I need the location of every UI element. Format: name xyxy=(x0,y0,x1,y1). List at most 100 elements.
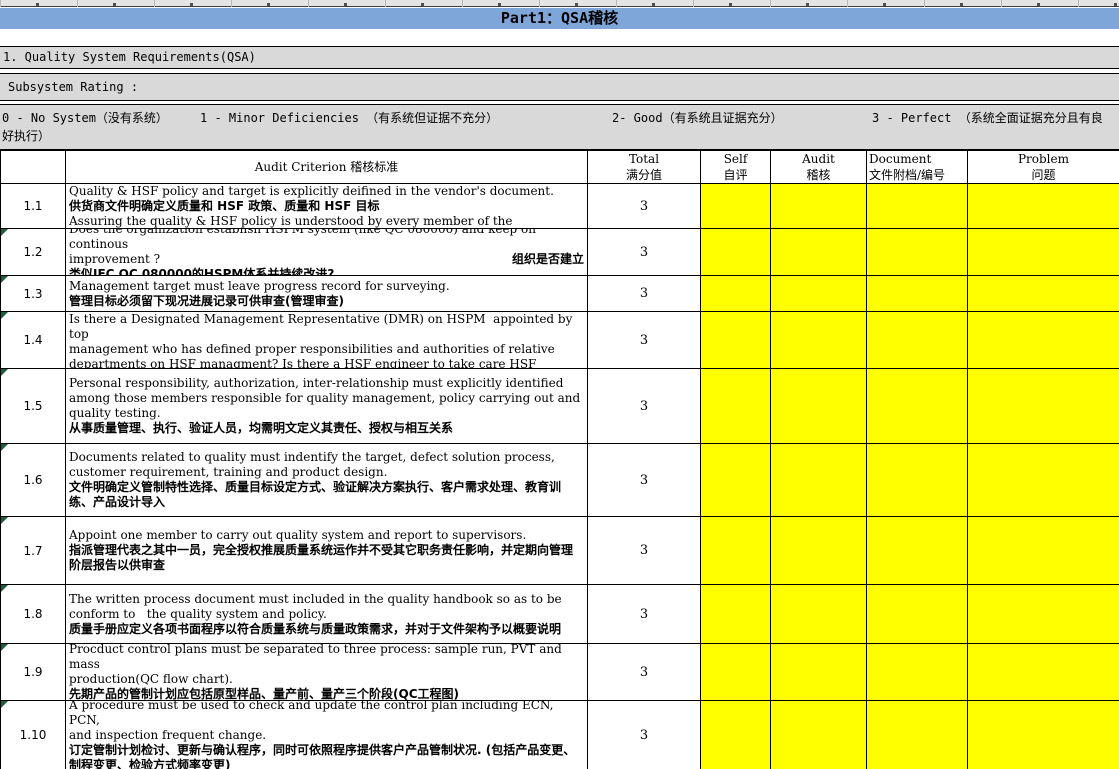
criterion-cell[interactable]: Procduct control plans must be separated… xyxy=(66,644,588,701)
document-ref-cell[interactable] xyxy=(867,644,968,701)
audit-score-cell[interactable] xyxy=(771,444,867,517)
row-number-cell[interactable]: 1.5 xyxy=(1,369,66,444)
problem-cell[interactable] xyxy=(968,644,1119,701)
total-score: 3 xyxy=(640,473,648,488)
row-number-cell[interactable]: 1.7 xyxy=(1,517,66,585)
problem-cell[interactable] xyxy=(968,369,1119,444)
criterion-line: conform to the quality system and policy… xyxy=(69,607,584,622)
row-number-cell[interactable]: 1.1 xyxy=(1,184,66,229)
total-score: 3 xyxy=(640,199,648,214)
self-score-cell[interactable] xyxy=(701,585,771,644)
total-score: 3 xyxy=(640,399,648,414)
self-score-cell[interactable] xyxy=(701,229,771,276)
document-ref-cell[interactable] xyxy=(867,312,968,369)
total-score-cell[interactable]: 3 xyxy=(588,585,701,644)
problem-cell[interactable] xyxy=(968,229,1119,276)
criterion-line: management who has defined proper respon… xyxy=(69,342,584,357)
criterion-cell[interactable]: Quality & HSF policy and target is expli… xyxy=(66,184,588,229)
document-ref-cell[interactable] xyxy=(867,184,968,229)
audit-score-cell[interactable] xyxy=(771,701,867,769)
audit-score-cell[interactable] xyxy=(771,585,867,644)
document-ref-cell[interactable] xyxy=(867,444,968,517)
audit-score-cell[interactable] xyxy=(771,312,867,369)
criterion-cell[interactable]: Does the organization establish HSPM sys… xyxy=(66,229,588,276)
row-number-cell[interactable]: 1.9 xyxy=(1,644,66,701)
row-number-cell[interactable]: 1.3 xyxy=(1,276,66,312)
self-score-cell[interactable] xyxy=(701,184,771,229)
row-number-cell[interactable]: 1.8 xyxy=(1,585,66,644)
problem-cell[interactable] xyxy=(968,276,1119,312)
audit-score-cell[interactable] xyxy=(771,644,867,701)
criterion-cell[interactable]: Personal responsibility, authorization, … xyxy=(66,369,588,444)
self-score-cell[interactable] xyxy=(701,644,771,701)
total-score-cell[interactable]: 3 xyxy=(588,369,701,444)
header-self-zh: 自评 xyxy=(701,167,770,183)
criterion-cell[interactable]: Management target must leave progress re… xyxy=(66,276,588,312)
criterion-line: Documents related to quality must indent… xyxy=(69,450,584,465)
row-number-cell[interactable]: 1.6 xyxy=(1,444,66,517)
total-score-cell[interactable]: 3 xyxy=(588,444,701,517)
document-ref-cell[interactable] xyxy=(867,369,968,444)
criterion-cell[interactable]: Appoint one member to carry out quality … xyxy=(66,517,588,585)
error-indicator-triangle xyxy=(1,444,8,451)
document-ref-cell[interactable] xyxy=(867,585,968,644)
self-score-cell[interactable] xyxy=(701,517,771,585)
audit-score-cell[interactable] xyxy=(771,184,867,229)
header-audit[interactable]: Audit 稽核 xyxy=(771,151,867,184)
error-indicator-triangle xyxy=(1,701,8,708)
row-number: 1.10 xyxy=(20,728,47,742)
self-score-cell[interactable] xyxy=(701,701,771,769)
total-score-cell[interactable]: 3 xyxy=(588,276,701,312)
criterion-line: and inspection frequent change. xyxy=(69,728,584,743)
audit-score-cell[interactable] xyxy=(771,517,867,585)
self-score-cell[interactable] xyxy=(701,276,771,312)
self-score-cell[interactable] xyxy=(701,312,771,369)
header-corner-cell[interactable] xyxy=(1,151,66,184)
header-problem-en: Problem xyxy=(968,151,1119,167)
criterion-line: Quality & HSF policy and target is expli… xyxy=(69,184,584,199)
header-criterion-label: Audit Criterion 稽核标准 xyxy=(66,151,587,183)
document-ref-cell[interactable] xyxy=(867,276,968,312)
row-number-cell[interactable]: 1.2 xyxy=(1,229,66,276)
audit-score-cell[interactable] xyxy=(771,276,867,312)
error-indicator-triangle xyxy=(1,517,8,524)
header-total[interactable]: Total 满分值 xyxy=(588,151,701,184)
problem-cell[interactable] xyxy=(968,585,1119,644)
rating-0: 0 - No System（没有系统） xyxy=(2,111,168,126)
total-score-cell[interactable]: 3 xyxy=(588,517,701,585)
problem-cell[interactable] xyxy=(968,444,1119,517)
criterion-cell[interactable]: Is there a Designated Management Represe… xyxy=(66,312,588,369)
self-score-cell[interactable] xyxy=(701,444,771,517)
row-number-cell[interactable]: 1.10 xyxy=(1,701,66,769)
table-row: 1.2Does the organization establish HSPM … xyxy=(1,229,1119,276)
rating-scale-cell[interactable]: 0 - No System（没有系统） 1 - Minor Deficienci… xyxy=(0,104,1119,150)
header-self[interactable]: Self 自评 xyxy=(701,151,771,184)
audit-score-cell[interactable] xyxy=(771,369,867,444)
document-ref-cell[interactable] xyxy=(867,517,968,585)
header-document[interactable]: Document 文件附档/编号 xyxy=(867,151,968,184)
total-score-cell[interactable]: 3 xyxy=(588,312,701,369)
total-score: 3 xyxy=(640,245,648,260)
total-score-cell[interactable]: 3 xyxy=(588,644,701,701)
subsystem-rating-cell[interactable]: Subsystem Rating : xyxy=(0,73,1119,101)
page-title[interactable]: Part1：QSA稽核 xyxy=(0,8,1119,29)
total-score-cell[interactable]: 3 xyxy=(588,701,701,769)
problem-cell[interactable] xyxy=(968,184,1119,229)
section-header-cell[interactable]: 1. Quality System Requirements(QSA) xyxy=(0,46,1119,69)
problem-cell[interactable] xyxy=(968,701,1119,769)
header-criterion[interactable]: Audit Criterion 稽核标准 xyxy=(66,151,588,184)
header-problem[interactable]: Problem 问题 xyxy=(968,151,1119,184)
criterion-cell[interactable]: Documents related to quality must indent… xyxy=(66,444,588,517)
self-score-cell[interactable] xyxy=(701,369,771,444)
total-score-cell[interactable]: 3 xyxy=(588,184,701,229)
problem-cell[interactable] xyxy=(968,312,1119,369)
criterion-cell[interactable]: A procedure must be used to check and up… xyxy=(66,701,588,769)
criterion-cell[interactable]: The written process document must includ… xyxy=(66,585,588,644)
audit-score-cell[interactable] xyxy=(771,229,867,276)
document-ref-cell[interactable] xyxy=(867,701,968,769)
problem-cell[interactable] xyxy=(968,517,1119,585)
table-row: 1.1Quality & HSF policy and target is ex… xyxy=(1,184,1119,229)
document-ref-cell[interactable] xyxy=(867,229,968,276)
row-number-cell[interactable]: 1.4 xyxy=(1,312,66,369)
total-score-cell[interactable]: 3 xyxy=(588,229,701,276)
